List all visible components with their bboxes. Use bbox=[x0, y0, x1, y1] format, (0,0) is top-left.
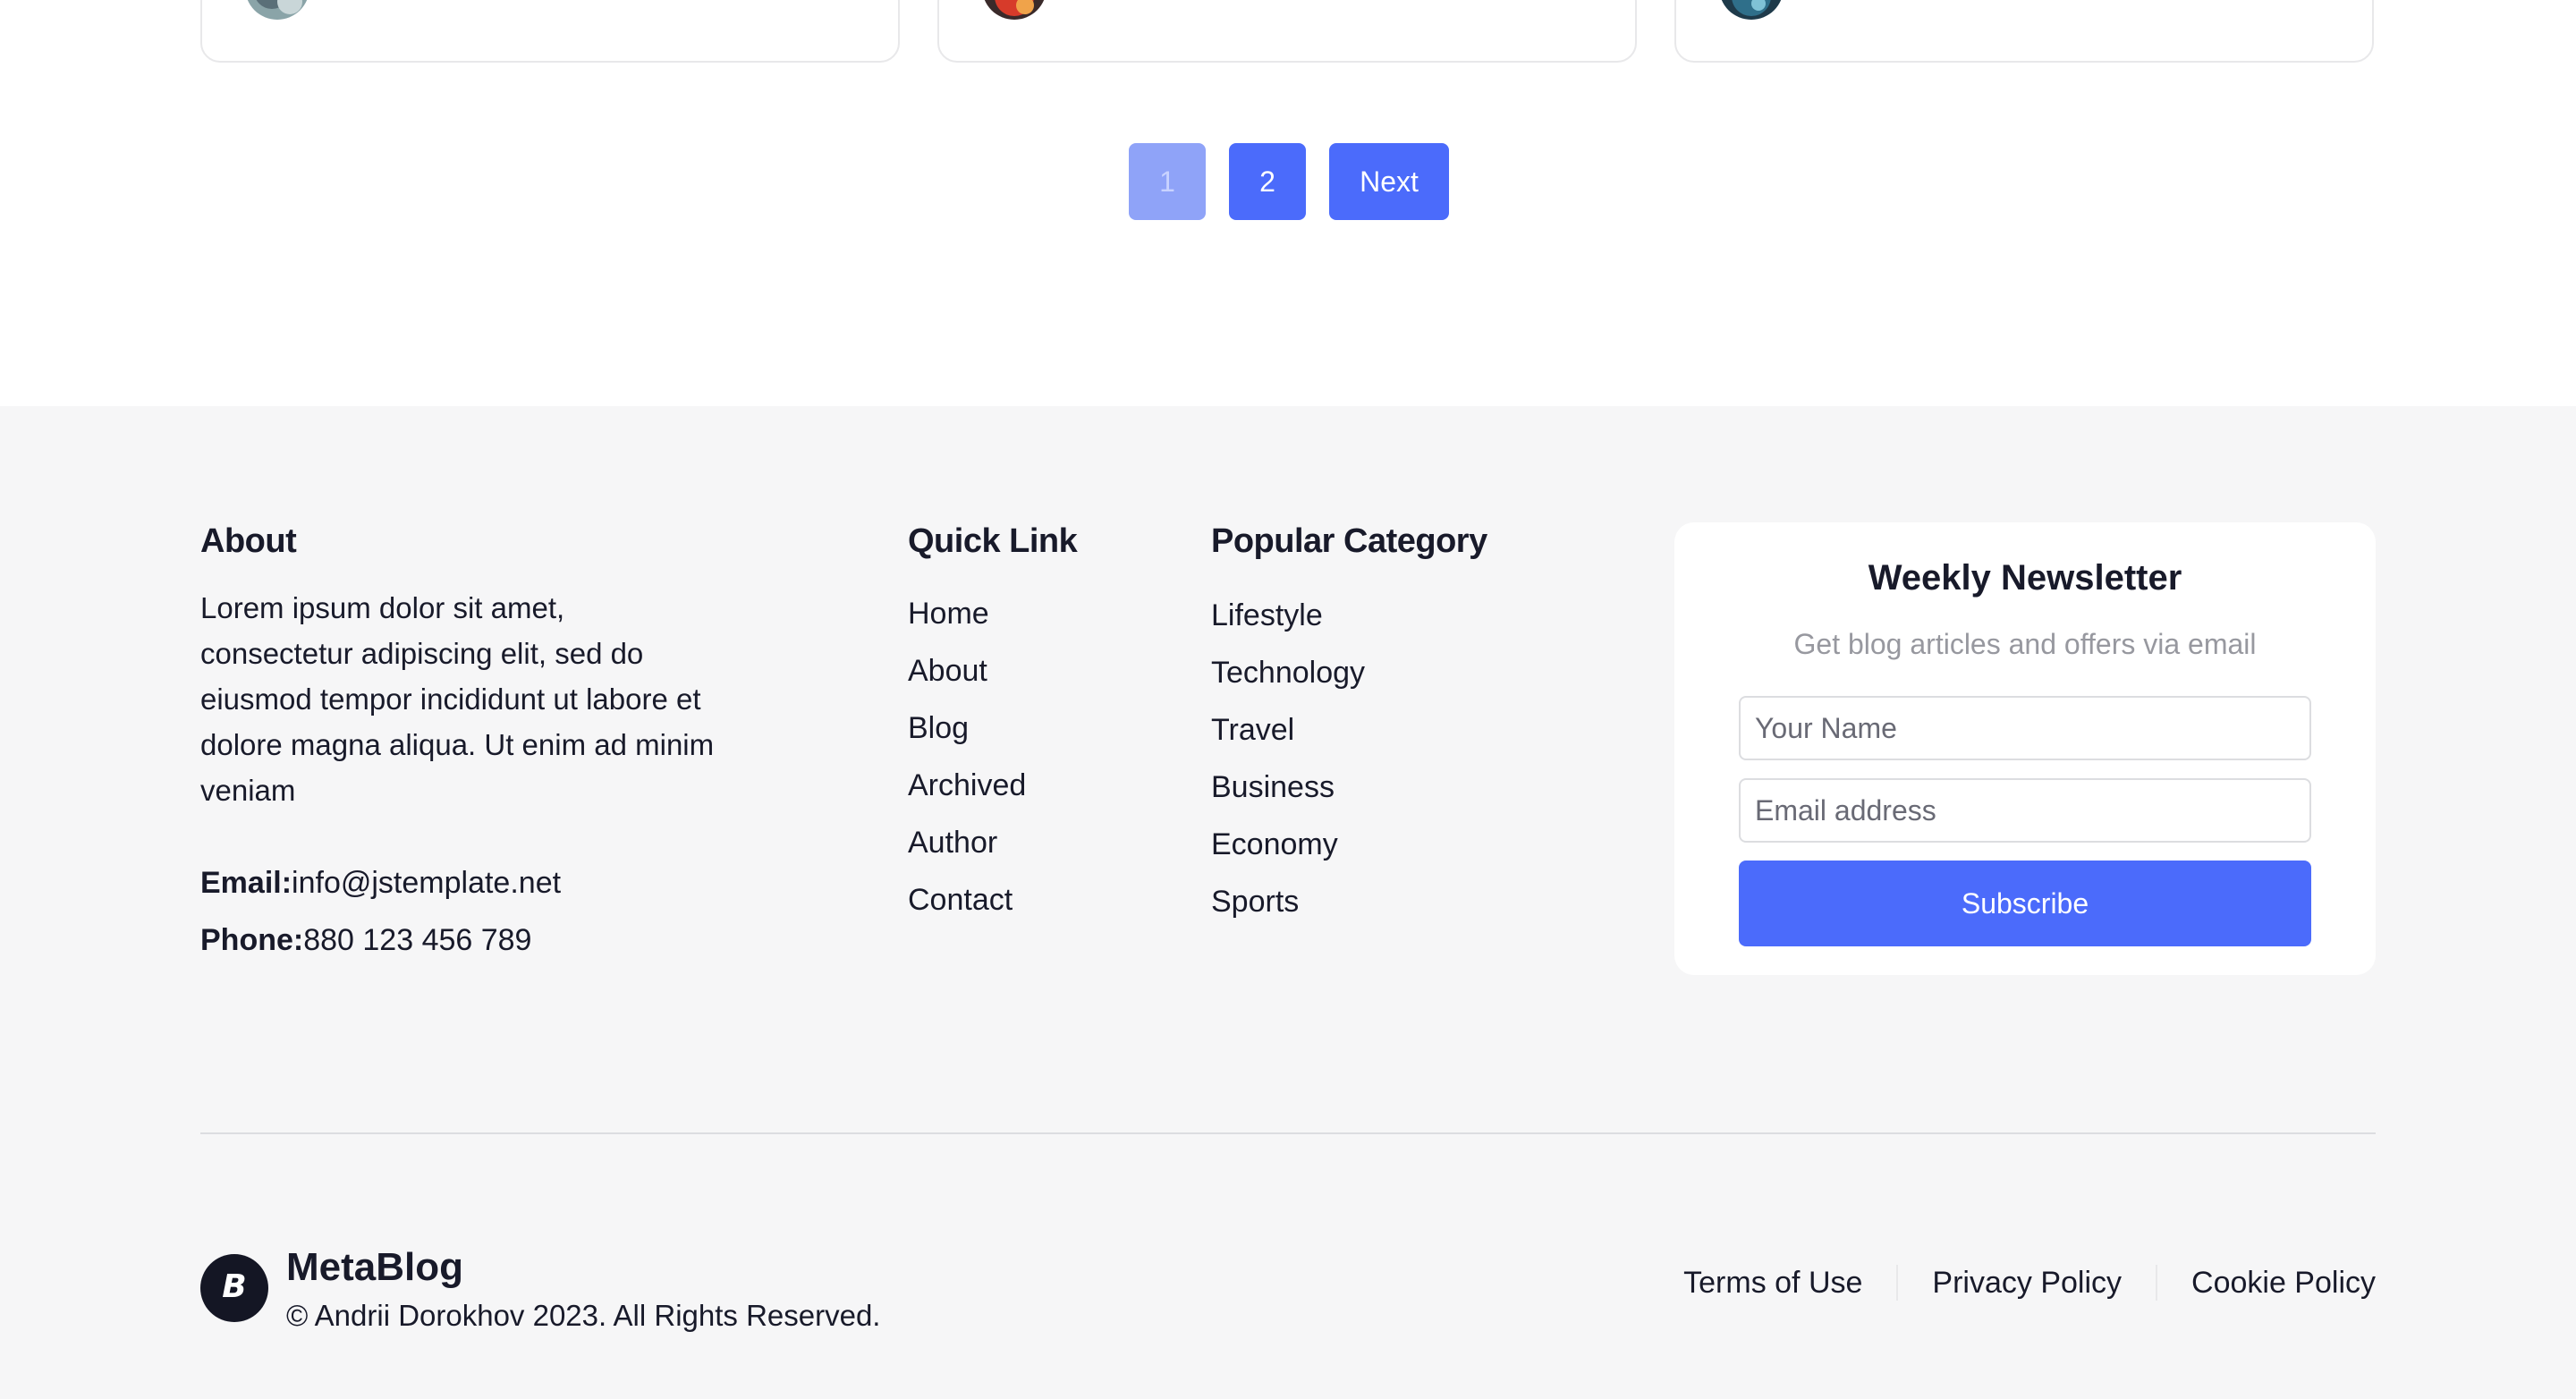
copyright-text: © Andrii Dorokhov 2023. All Rights Reser… bbox=[286, 1299, 881, 1332]
category-business[interactable]: Business bbox=[1211, 759, 1365, 816]
footer: About Lorem ipsum dolor sit amet, consec… bbox=[0, 406, 2576, 1399]
newsletter-box: Weekly Newsletter Get blog articles and … bbox=[1674, 522, 2376, 975]
category-economy[interactable]: Economy bbox=[1211, 816, 1365, 873]
pagination: 1 2 Next bbox=[1129, 143, 1449, 220]
quick-link-blog[interactable]: Blog bbox=[908, 700, 1026, 757]
quick-link-home[interactable]: Home bbox=[908, 585, 1026, 642]
brand-name: MetaBlog bbox=[286, 1245, 463, 1290]
post-card[interactable] bbox=[200, 0, 900, 63]
quick-link-list: Home About Blog Archived Author Contact bbox=[908, 585, 1026, 928]
author-avatar bbox=[982, 0, 1046, 20]
contact-email: Email:info@jstemplate.net bbox=[200, 866, 561, 901]
legal-separator bbox=[2156, 1265, 2158, 1301]
post-card[interactable] bbox=[1674, 0, 2374, 63]
privacy-policy-link[interactable]: Privacy Policy bbox=[1932, 1266, 2122, 1301]
category-sports[interactable]: Sports bbox=[1211, 873, 1365, 930]
brand-name-suffix: Blog bbox=[376, 1245, 464, 1289]
quick-link-author[interactable]: Author bbox=[908, 814, 1026, 871]
phone-value[interactable]: 880 123 456 789 bbox=[303, 923, 531, 957]
newsletter-title: Weekly Newsletter bbox=[1868, 558, 2182, 598]
about-text: Lorem ipsum dolor sit amet, consectetur … bbox=[200, 591, 715, 807]
quick-link-title: Quick Link bbox=[908, 522, 1078, 560]
category-lifestyle[interactable]: Lifestyle bbox=[1211, 587, 1365, 644]
popular-category-title: Popular Category bbox=[1211, 522, 1487, 560]
phone-label: Phone: bbox=[200, 923, 304, 957]
svg-text:B: B bbox=[222, 1268, 246, 1305]
newsletter-subtitle: Get blog articles and offers via email bbox=[1793, 628, 2257, 660]
legal-links: Terms of Use Privacy Policy Cookie Polic… bbox=[1683, 1265, 2376, 1301]
category-technology[interactable]: Technology bbox=[1211, 644, 1365, 701]
author-avatar bbox=[1719, 0, 1784, 20]
legal-separator bbox=[1896, 1265, 1899, 1301]
footer-divider bbox=[200, 1132, 2376, 1134]
quick-link-about[interactable]: About bbox=[908, 642, 1026, 700]
author-avatar bbox=[245, 0, 309, 20]
quick-link-contact[interactable]: Contact bbox=[908, 871, 1026, 928]
next-page-button[interactable]: Next bbox=[1329, 143, 1449, 220]
metablog-logo-icon[interactable]: B bbox=[200, 1254, 268, 1322]
name-input[interactable] bbox=[1739, 696, 2311, 760]
terms-of-use-link[interactable]: Terms of Use bbox=[1683, 1266, 1862, 1301]
contact-phone: Phone:880 123 456 789 bbox=[200, 923, 531, 958]
post-cards-row bbox=[0, 0, 2576, 72]
popular-category-list: Lifestyle Technology Travel Business Eco… bbox=[1211, 587, 1365, 930]
cookie-policy-link[interactable]: Cookie Policy bbox=[2191, 1266, 2376, 1301]
post-card[interactable] bbox=[937, 0, 1637, 63]
subscribe-button[interactable]: Subscribe bbox=[1739, 861, 2311, 946]
email-input[interactable] bbox=[1739, 778, 2311, 843]
brand-name-prefix: Meta bbox=[286, 1245, 377, 1289]
category-travel[interactable]: Travel bbox=[1211, 701, 1365, 759]
email-value[interactable]: info@jstemplate.net bbox=[292, 866, 561, 900]
about-title: About bbox=[200, 522, 297, 560]
quick-link-archived[interactable]: Archived bbox=[908, 757, 1026, 814]
page-2-button[interactable]: 2 bbox=[1229, 143, 1306, 220]
page-1-button[interactable]: 1 bbox=[1129, 143, 1206, 220]
email-label: Email: bbox=[200, 866, 292, 900]
